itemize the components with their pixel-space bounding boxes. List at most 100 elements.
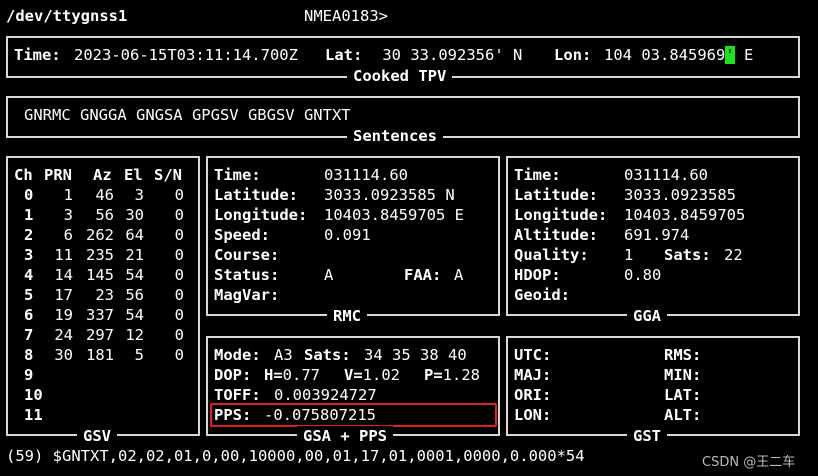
rmc-speed-label: Speed: <box>214 226 270 244</box>
rmc-lat-value: 3033.0923585 N <box>324 186 455 204</box>
gga-sats-value: 22 <box>724 246 743 264</box>
mode-prompt: NMEA0183> <box>304 7 388 25</box>
gst-alt-label: ALT: <box>664 406 702 424</box>
gga-quality-label: Quality: <box>514 246 589 264</box>
gst-lon-label: LON: <box>514 406 552 424</box>
gga-lat-value: 3033.0923585 <box>624 186 736 204</box>
gsv-cell-sn: 0 <box>174 206 184 224</box>
raw-sentence-line: (59) $GNTXT,02,02,01,0,00,10000,00,01,17… <box>6 447 585 465</box>
rmc-panel-title: RMC <box>327 306 367 326</box>
gga-lat-label: Latitude: <box>514 186 598 204</box>
tpv-lat-value: 30 33.092356' N <box>373 46 523 64</box>
gga-quality-value: 1 <box>624 246 634 264</box>
gsv-cell-ch: 1 <box>24 206 34 224</box>
gga-time-label: Time: <box>514 166 561 184</box>
gsa-sats-label: Sats: <box>304 346 351 364</box>
rmc-speed-value: 0.091 <box>324 226 371 244</box>
terminal-cursor: ' <box>725 46 735 64</box>
gsa-p-label: P= <box>424 366 443 384</box>
tpv-lat-label: Lat: <box>325 46 363 64</box>
gsv-cell-el: 54 <box>125 306 144 324</box>
gsa-h: H=0.77 <box>264 365 320 385</box>
gsv-cell-ch: 0 <box>24 186 34 204</box>
gsv-cell-ch: 4 <box>24 266 34 284</box>
rmc-magvar-label: MagVar: <box>214 286 280 304</box>
gsv-cell-prn: 19 <box>54 306 73 324</box>
device-path: /dev/ttygnss1 <box>6 7 128 25</box>
tpv-lon-dir: E <box>734 46 754 64</box>
gsv-cell-az: 181 <box>86 346 114 364</box>
gsa-p-value: 1.28 <box>442 366 480 384</box>
gga-lon-label: Longitude: <box>514 206 608 224</box>
gsv-cell-az: 297 <box>86 326 114 344</box>
gsv-cell-az: 56 <box>95 206 114 224</box>
tpv-lon-value: 104 03.845969' E <box>604 45 753 65</box>
gsv-cell-ch: 3 <box>24 246 34 264</box>
gsv-cell-el: 21 <box>125 246 144 264</box>
gsv-cell-prn: 1 <box>63 186 73 204</box>
gsv-cell-sn: 0 <box>174 186 184 204</box>
gga-hdop-value: 0.80 <box>624 266 662 284</box>
gga-lon-value: 10403.8459705 <box>624 206 746 224</box>
gga-panel-title: GGA <box>627 306 667 326</box>
gga-alt-label: Altitude: <box>514 226 598 244</box>
gsv-cell-ch: 8 <box>24 346 34 364</box>
gsv-cell-prn: 11 <box>54 246 73 264</box>
gsv-col-ch: Ch <box>14 166 33 184</box>
gsv-cell-prn: 14 <box>54 266 73 284</box>
rmc-status-label: Status: <box>214 266 280 284</box>
gsv-cell-az: 46 <box>95 186 114 204</box>
gsv-col-prn: PRN <box>44 166 72 184</box>
rmc-course-label: Course: <box>214 246 280 264</box>
sentences-list: GNRMC GNGGA GNGSA GPGSV GBGSV GNTXT <box>24 106 351 124</box>
tpv-lon-label: Lon: <box>554 46 592 64</box>
gsv-cell-prn: 24 <box>54 326 73 344</box>
gga-time-value: 031114.60 <box>624 166 708 184</box>
gsa-toff-value: 0.003924727 <box>274 386 377 404</box>
rmc-lat-label: Latitude: <box>214 186 298 204</box>
gsa-v-value: 1.02 <box>362 366 400 384</box>
gga-sats-label: Sats: <box>664 246 711 264</box>
pps-highlight-box <box>210 403 497 427</box>
gsv-col-sn: S/N <box>154 166 182 184</box>
gsv-cell-el: 30 <box>125 206 144 224</box>
gst-ori-label: ORI: <box>514 386 552 404</box>
gsv-col-el: El <box>124 166 143 184</box>
rmc-time-label: Time: <box>214 166 261 184</box>
gsv-panel-title: GSV <box>77 426 117 446</box>
gsv-cell-az: 23 <box>95 286 114 304</box>
tpv-time-label: Time: <box>14 46 61 64</box>
gsa-h-value: 0.77 <box>282 366 320 384</box>
rmc-faa-value: A <box>454 266 464 284</box>
gsv-cell-ch: 2 <box>24 226 34 244</box>
gsv-cell-prn: 30 <box>54 346 73 364</box>
gsa-v: V=1.02 <box>344 365 400 385</box>
gsv-cell-sn: 0 <box>174 306 184 324</box>
gsv-cell-sn: 0 <box>174 266 184 284</box>
watermark: CSDN @王二车 <box>702 455 796 470</box>
gst-min-label: MIN: <box>664 366 702 384</box>
gsv-cell-el: 56 <box>125 286 144 304</box>
gsv-cell-sn: 0 <box>174 346 184 364</box>
tpv-lon-deg: 104 03.845969 <box>604 46 726 64</box>
gsv-cell-ch: 11 <box>24 406 43 424</box>
gsv-cell-sn: 0 <box>174 226 184 244</box>
gst-maj-label: MAJ: <box>514 366 552 384</box>
gsa-sats-value: 34 35 38 40 <box>364 346 467 364</box>
gsv-cell-el: 5 <box>134 346 144 364</box>
gsv-cell-ch: 9 <box>24 366 34 384</box>
gsv-cell-sn: 0 <box>174 286 184 304</box>
gga-geoid-label: Geoid: <box>514 286 570 304</box>
gsv-cell-az: 337 <box>86 306 114 324</box>
gsv-cell-prn: 17 <box>54 286 73 304</box>
gsa-p: P=1.28 <box>424 365 480 385</box>
gsa-h-label: H= <box>264 366 283 384</box>
gsa-mode-label: Mode: <box>214 346 261 364</box>
gsv-cell-prn: 3 <box>63 206 73 224</box>
gsv-cell-sn: 0 <box>174 326 184 344</box>
gsv-col-az: Az <box>93 166 112 184</box>
gsv-cell-sn: 0 <box>174 246 184 264</box>
gsv-cell-el: 54 <box>125 266 144 284</box>
gst-lat-label: LAT: <box>664 386 702 404</box>
gst-utc-label: UTC: <box>514 346 552 364</box>
